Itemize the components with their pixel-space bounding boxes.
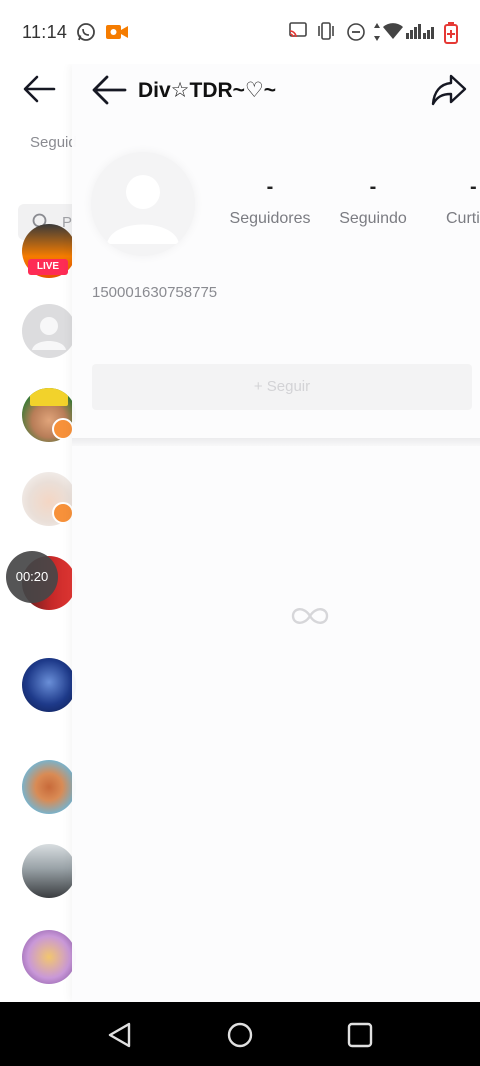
- recording-timer[interactable]: 00:20: [6, 551, 58, 603]
- stat-following[interactable]: - Seguindo: [318, 176, 428, 228]
- do-not-disturb-icon: [347, 23, 365, 41]
- avatar-hat: [30, 388, 68, 406]
- vibrate-icon: [318, 22, 334, 40]
- share-icon[interactable]: [430, 72, 468, 108]
- nav-back-icon[interactable]: [105, 1020, 135, 1050]
- whatsapp-icon: [77, 23, 95, 41]
- battery-icon: [444, 22, 458, 44]
- profile-title: Div☆TDR~♡~: [138, 79, 277, 102]
- stat-label: Seguidores: [229, 210, 311, 227]
- status-time: 11:14: [22, 22, 68, 42]
- nav-home-icon[interactable]: [225, 1020, 255, 1050]
- signal-icon: [406, 24, 434, 39]
- stat-label: Curti: [446, 210, 480, 227]
- wifi-icon: [383, 23, 403, 39]
- stat-likes[interactable]: - Curti: [428, 176, 480, 228]
- group-badge-icon: [52, 502, 74, 524]
- stat-value: -: [369, 176, 377, 198]
- default-avatar-icon: [107, 175, 179, 244]
- list-item-avatar[interactable]: [22, 760, 76, 814]
- video-record-icon: [106, 25, 128, 39]
- default-avatar-icon: [32, 317, 66, 350]
- section-divider: [72, 438, 480, 446]
- live-badge: LIVE: [28, 259, 68, 275]
- back-arrow-icon[interactable]: [22, 74, 56, 104]
- stat-followers[interactable]: - Seguidores: [215, 176, 325, 228]
- stat-value: -: [266, 176, 274, 198]
- navigation-bar: [0, 1002, 480, 1066]
- group-badge-icon: [52, 418, 74, 440]
- list-item-avatar[interactable]: [22, 844, 76, 898]
- list-item-avatar[interactable]: [22, 930, 76, 984]
- follow-button[interactable]: + Seguir: [92, 364, 472, 410]
- profile-avatar[interactable]: [91, 152, 195, 256]
- stat-value: -: [470, 176, 477, 198]
- list-item-avatar[interactable]: [22, 304, 76, 358]
- loading-spinner-icon: [291, 608, 329, 624]
- tab-following[interactable]: Seguid: [30, 134, 77, 151]
- status-bar: 11:14: [0, 0, 480, 64]
- data-arrows-icon: [374, 23, 380, 41]
- list-item-avatar[interactable]: [22, 658, 76, 712]
- profile-panel: Div☆TDR~♡~ - Seguidores - Seguindo - Cur…: [72, 64, 480, 1002]
- stat-label: Seguindo: [339, 210, 407, 227]
- cast-icon: [289, 22, 307, 38]
- user-id: 150001630758775: [92, 284, 218, 301]
- nav-recents-icon[interactable]: [345, 1020, 375, 1050]
- back-arrow-icon[interactable]: [90, 74, 128, 106]
